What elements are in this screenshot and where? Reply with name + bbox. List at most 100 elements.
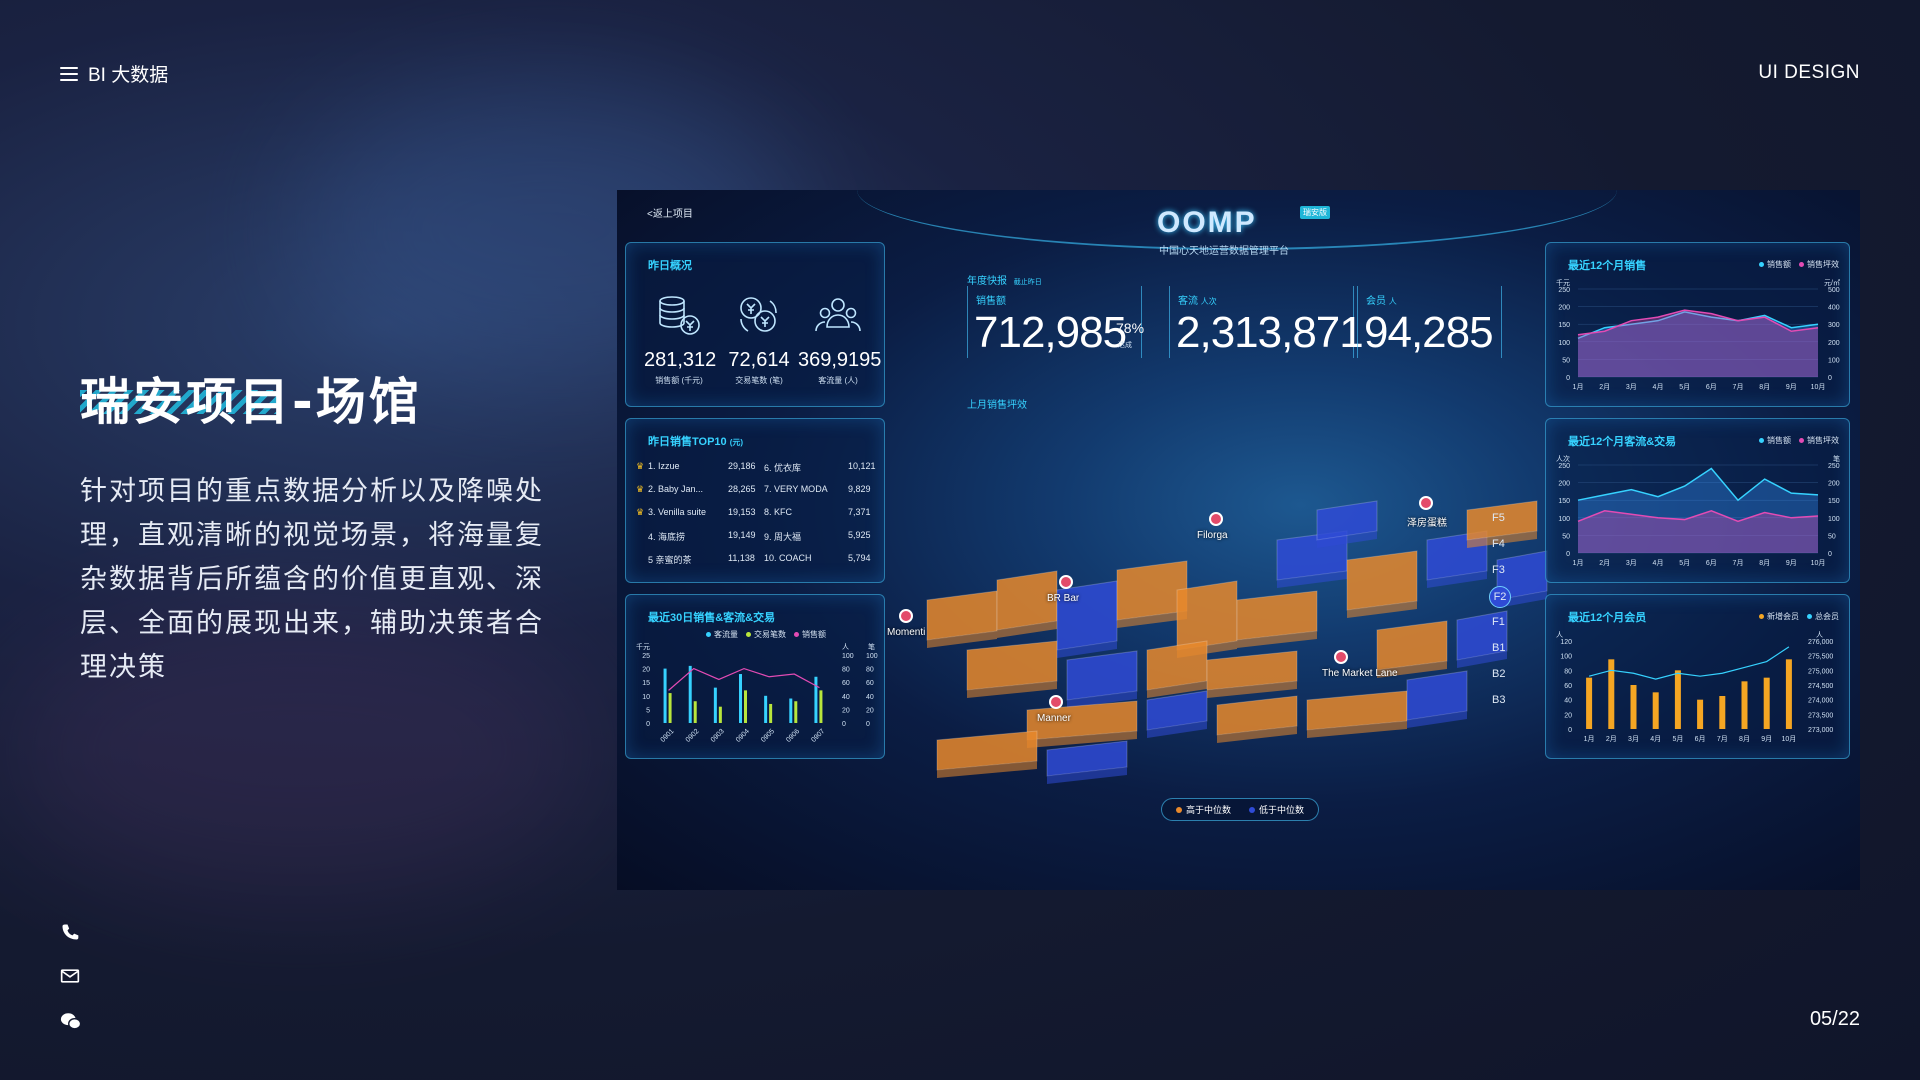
y-tick-label: 0 — [1568, 727, 1572, 734]
map-pin-icon — [1209, 512, 1223, 526]
y-tick-label: 276,000 — [1808, 639, 1833, 646]
x-tick-label: 8月 — [1739, 735, 1750, 743]
top-nav: BI 大数据 — [60, 60, 168, 87]
y-tick-label: 300 — [1828, 322, 1840, 329]
traffic-unit: 人次 — [1200, 297, 1217, 306]
top10-item-value: 29,186 — [728, 461, 756, 471]
annual-title: 年度快报 截止昨日 — [967, 272, 1042, 287]
crown-icon: ♛ — [636, 461, 645, 471]
bar — [1697, 699, 1704, 729]
map-store-label: The Market Lane — [1322, 668, 1398, 679]
floor-button[interactable]: F4 — [1492, 538, 1505, 550]
bar — [713, 687, 717, 723]
axis-unit: 千元 — [1556, 278, 1570, 287]
y-tick-label: 250 — [1558, 287, 1570, 294]
top10-item-name: 1. Izzue — [648, 461, 680, 471]
mall-3d-map[interactable] — [847, 450, 1587, 830]
kpi-sales: 281,312 销售额 (千元) — [644, 293, 717, 386]
floor-button[interactable]: F3 — [1492, 564, 1505, 576]
y-tick-label: 40 — [866, 694, 874, 701]
axis-unit: 笔 — [868, 643, 875, 651]
panel-title: 最近12个月客流&交易 — [1568, 436, 1677, 448]
x-tick-label: 0904 — [735, 728, 751, 744]
y-tick-label: 100 — [1558, 340, 1570, 347]
crown-icon: ♛ — [636, 507, 645, 517]
ui-design-label: UI DESIGN — [1758, 62, 1860, 83]
bar — [819, 690, 823, 723]
legend-label: 销售额 — [1767, 260, 1791, 269]
x-tick-label: 4月 — [1650, 735, 1661, 743]
annual-badge: 截止昨日 — [1013, 279, 1042, 286]
legend-label: 销售额 — [802, 630, 826, 639]
floor-button[interactable]: F1 — [1492, 616, 1505, 628]
x-tick-label: 8月 — [1759, 559, 1770, 567]
y-tick-label: 0 — [1566, 551, 1570, 558]
legend-item: 销售额 — [1759, 259, 1791, 270]
top10-unit: (元) — [729, 438, 744, 447]
kpi-label: 客流量 (人) — [818, 376, 858, 385]
axis-unit: 千元 — [636, 643, 650, 651]
y-tick-label: 273,500 — [1808, 712, 1833, 719]
legend-item: 销售坪效 — [1799, 435, 1839, 446]
y-tick-label: 100 — [1828, 516, 1840, 523]
wechat-icon[interactable] — [60, 1010, 82, 1032]
annual-sales-pct: 78% — [1116, 320, 1145, 336]
panel-title: 昨日销售TOP10 (元) — [648, 433, 743, 449]
legend-label: 交易笔数 — [754, 630, 786, 639]
top10-item-name: 10. COACH — [764, 553, 812, 563]
top10-item-name: 5 亲蜜的茶 — [648, 555, 692, 565]
annual-member-label: 会员 人 — [1366, 292, 1397, 307]
legend-label: 销售额 — [1767, 436, 1791, 445]
panel-title: 昨日概况 — [648, 260, 692, 272]
panel-title: 最近12个月销售 — [1568, 260, 1647, 272]
x-tick-label: 5月 — [1672, 735, 1683, 743]
x-tick-label: 8月 — [1759, 383, 1770, 391]
annual-traffic-value: 2,313,871 — [1176, 308, 1364, 357]
y-tick-label: 5 — [646, 707, 650, 714]
sales30-chart: 千元 人 笔 0 5 10 15 20 25 0 20 40 60 80 100 0 20 40 60 80 100 09… — [636, 643, 878, 744]
brand-label: BI 大数据 — [88, 65, 169, 86]
floor-button[interactable]: F5 — [1492, 512, 1505, 524]
axis-unit: 人 — [1816, 631, 1823, 639]
x-tick-label: 10月 — [1811, 559, 1826, 567]
axis-unit: 元/㎡ — [1824, 279, 1840, 287]
y-tick-label: 40 — [842, 694, 850, 701]
annual-traffic-card: 客流 人次 2,313,871 — [1169, 286, 1364, 358]
people-icon — [813, 293, 863, 339]
exchange-icon — [734, 293, 784, 339]
top10-item-value: 11,138 — [728, 553, 755, 563]
map-pin-icon — [1419, 496, 1433, 510]
y-tick-label: 275,500 — [1808, 654, 1833, 661]
traffic12-chart: 人次 笔 0 50 100 150 200 250 0 50 100 150 200 250 1月 2月 3月 4… — [1556, 454, 1840, 567]
back-to-project-link[interactable]: <返上项目 — [647, 205, 693, 220]
floor-button[interactable]: B3 — [1492, 694, 1505, 706]
y-tick-label: 80 — [866, 667, 874, 674]
page-indicator: 05/22 — [1809, 1008, 1860, 1030]
x-tick-label: 5月 — [1679, 383, 1690, 391]
annual-member-value: 94,285 — [1364, 308, 1494, 357]
x-tick-label: 7月 — [1733, 559, 1744, 567]
y-tick-label: 0 — [646, 721, 650, 728]
map-store-label: Manner — [1037, 713, 1071, 724]
top10-item-name: 3. Venilla suite — [648, 507, 707, 517]
map-area-low — [1056, 580, 1118, 651]
map-store-label: BR Bar — [1047, 593, 1080, 604]
chart-legend: 销售额 销售坪效 — [1759, 259, 1839, 270]
crown-icon: ♛ — [636, 484, 645, 494]
floor-button[interactable]: B2 — [1492, 668, 1505, 680]
legend-item: 交易笔数 — [746, 629, 786, 640]
legend-low: 低于中位数 — [1249, 803, 1304, 816]
top10-panel: 昨日销售TOP10 (元) ♛ 1. Izzue 29,186 ♛ 2. Baby Ja… — [625, 418, 885, 583]
bar — [668, 693, 672, 723]
floor-button[interactable]: F2 — [1489, 586, 1511, 608]
y-tick-label: 80 — [1564, 668, 1572, 675]
phone-icon[interactable] — [60, 922, 82, 944]
kpi-value: 281,312 — [644, 349, 717, 371]
floor-button[interactable]: B1 — [1492, 642, 1505, 654]
y-tick-label: 100 — [842, 653, 854, 660]
dashboard-logo: OOMP — [1157, 206, 1257, 239]
menu-icon[interactable] — [60, 66, 78, 81]
x-tick-label: 10月 — [1782, 735, 1797, 743]
legend-item: 销售额 — [1759, 435, 1791, 446]
mail-icon[interactable] — [60, 966, 82, 988]
